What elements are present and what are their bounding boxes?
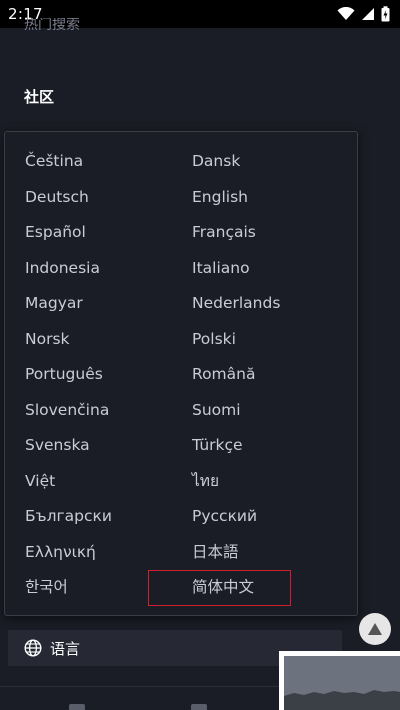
signal-icon: [362, 8, 374, 20]
language-option[interactable]: 简体中文: [148, 570, 291, 606]
language-option[interactable]: Türkçe: [192, 428, 355, 464]
language-option[interactable]: ไทย: [192, 464, 355, 500]
status-icons: [337, 6, 390, 22]
preview-image: [284, 656, 400, 710]
language-list: Čeština Dansk Deutsch English Español Françai…: [25, 144, 355, 606]
language-option[interactable]: Español: [25, 215, 192, 251]
language-option[interactable]: Magyar: [25, 286, 192, 322]
language-option[interactable]: Svenska: [25, 428, 192, 464]
mountain-silhouette-icon: [284, 656, 400, 710]
triangle-up-icon: [368, 623, 382, 635]
globe-icon: [24, 639, 42, 657]
language-option[interactable]: Nederlands: [192, 286, 355, 322]
language-option[interactable]: 日本語: [192, 535, 355, 571]
language-option[interactable]: Norsk: [25, 322, 192, 358]
language-option[interactable]: Indonesia: [25, 251, 192, 287]
language-option[interactable]: Ελληνική: [25, 535, 192, 571]
language-option[interactable]: Română: [192, 357, 355, 393]
language-option[interactable]: Български: [25, 499, 192, 535]
language-option[interactable]: Italiano: [192, 251, 355, 287]
language-option[interactable]: Dansk: [192, 144, 355, 180]
language-selector-label: 语言: [50, 639, 81, 658]
wifi-icon: [337, 7, 355, 20]
language-option[interactable]: Việt: [25, 464, 192, 500]
language-option[interactable]: Čeština: [25, 144, 192, 180]
language-option[interactable]: Русский: [192, 499, 355, 535]
language-option[interactable]: Slovenčina: [25, 393, 192, 429]
instagram-icon[interactable]: [191, 704, 207, 710]
language-option[interactable]: Português: [25, 357, 192, 393]
language-option[interactable]: Suomi: [192, 393, 355, 429]
battery-charging-icon: [381, 6, 390, 22]
preview-thumbnail[interactable]: [279, 651, 400, 710]
scroll-to-top-button[interactable]: [359, 613, 391, 645]
section-heading-community: 社区: [24, 88, 55, 106]
language-menu: Čeština Dansk Deutsch English Español Françai…: [4, 131, 358, 616]
partial-background-text: 热门搜索: [24, 18, 80, 30]
language-option[interactable]: Deutsch: [25, 180, 192, 216]
facebook-icon[interactable]: [69, 704, 85, 710]
language-option[interactable]: English: [192, 180, 355, 216]
footer-divider: [0, 686, 280, 687]
language-option[interactable]: Polski: [192, 322, 355, 358]
language-option[interactable]: Français: [192, 215, 355, 251]
